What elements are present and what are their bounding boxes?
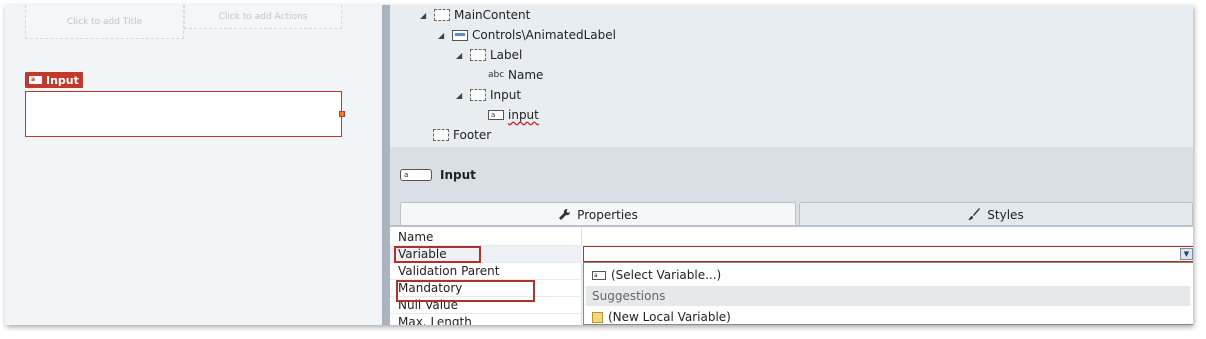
title-placeholder[interactable]: Click to add Title (25, 5, 184, 39)
input-widget-icon: a (29, 76, 42, 84)
selected-widget-header: a Input (390, 147, 1193, 202)
dropdown-item-label: (Select Variable...) (611, 268, 722, 282)
container-icon (470, 49, 486, 61)
wrench-icon (559, 208, 571, 220)
suggestions-label: Suggestions (592, 289, 666, 303)
collapse-arrow-icon[interactable]: ◢ (456, 51, 466, 60)
input-icon: a (488, 110, 504, 120)
input-icon: a (400, 168, 432, 181)
panel-splitter[interactable] (382, 5, 390, 325)
tree-node-label[interactable]: ◢ Label (456, 45, 522, 65)
tree-node-label: Name (508, 68, 544, 82)
variable-dropdown-list: a (Select Variable...) Suggestions (New … (583, 262, 1193, 325)
local-variable-icon (592, 311, 603, 323)
dropdown-suggestions-header: Suggestions (586, 286, 1190, 306)
tree-node-input-widget[interactable]: a input (488, 105, 539, 125)
property-max-length[interactable]: Max. Length (390, 314, 582, 325)
input-widget[interactable] (25, 91, 345, 137)
container-icon (470, 89, 486, 101)
collapse-arrow-icon[interactable]: ◢ (420, 11, 430, 20)
tab-properties[interactable]: Properties (400, 202, 796, 226)
collapse-arrow-icon[interactable]: ◢ (456, 91, 466, 100)
tree-node-label: Footer (453, 128, 492, 142)
tree-node-animatedlabel[interactable]: ◢ Controls\AnimatedLabel (438, 25, 616, 45)
input-icon: a (592, 270, 606, 280)
tree-node-label: input (508, 108, 539, 122)
tree-node-label: Input (490, 88, 522, 102)
new-local-variable-highlight (396, 280, 535, 302)
tab-properties-label: Properties (577, 207, 638, 222)
variable-highlight (394, 246, 481, 263)
tree-node-input-container[interactable]: ◢ Input (456, 85, 521, 105)
right-panel: ◢ MainContent ◢ Controls\AnimatedLabel ◢… (390, 5, 1193, 325)
tree-node-maincontent[interactable]: ◢ MainContent (420, 5, 530, 25)
tree-node-label: MainContent (454, 8, 531, 22)
tab-styles-label: Styles (987, 207, 1024, 222)
property-name-value[interactable] (582, 229, 1193, 246)
input-widget-tag-label: Input (46, 73, 79, 87)
widget-tree: ◢ MainContent ◢ Controls\AnimatedLabel ◢… (390, 5, 1193, 147)
tree-node-label-text: Label (490, 48, 523, 62)
variable-combobox[interactable]: ▼ (583, 246, 1193, 262)
resize-handle[interactable] (339, 111, 345, 117)
property-validation-parent[interactable]: Validation Parent (390, 263, 582, 280)
screenshot-frame: Click to add Title Click to add Actions … (5, 5, 1193, 325)
selected-widget-title: Input (440, 167, 476, 182)
tree-node-name[interactable]: abc Name (488, 65, 543, 85)
screen-canvas: Click to add Title Click to add Actions … (5, 5, 382, 325)
dropdown-item-new-local-variable[interactable]: (New Local Variable) (586, 307, 1190, 325)
widget-icon (452, 29, 468, 41)
actions-placeholder[interactable]: Click to add Actions (184, 5, 342, 29)
collapse-arrow-icon[interactable]: ◢ (438, 31, 448, 40)
tab-styles[interactable]: Styles (799, 202, 1193, 226)
brush-icon (968, 208, 981, 220)
expression-icon: abc (488, 70, 505, 80)
property-name[interactable]: Name (390, 229, 582, 246)
tree-node-label: Controls\AnimatedLabel (472, 28, 616, 42)
input-widget-tag[interactable]: a Input (25, 72, 83, 88)
container-icon (433, 129, 449, 141)
dropdown-item-label: (New Local Variable) (608, 310, 731, 324)
dropdown-arrow-icon[interactable]: ▼ (1180, 248, 1193, 260)
property-grid: Name Variable Validation Parent Mandator… (390, 227, 1193, 325)
tree-node-footer[interactable]: Footer (433, 125, 491, 145)
container-icon (434, 9, 450, 21)
dropdown-item-select-variable[interactable]: a (Select Variable...) (586, 265, 1190, 285)
